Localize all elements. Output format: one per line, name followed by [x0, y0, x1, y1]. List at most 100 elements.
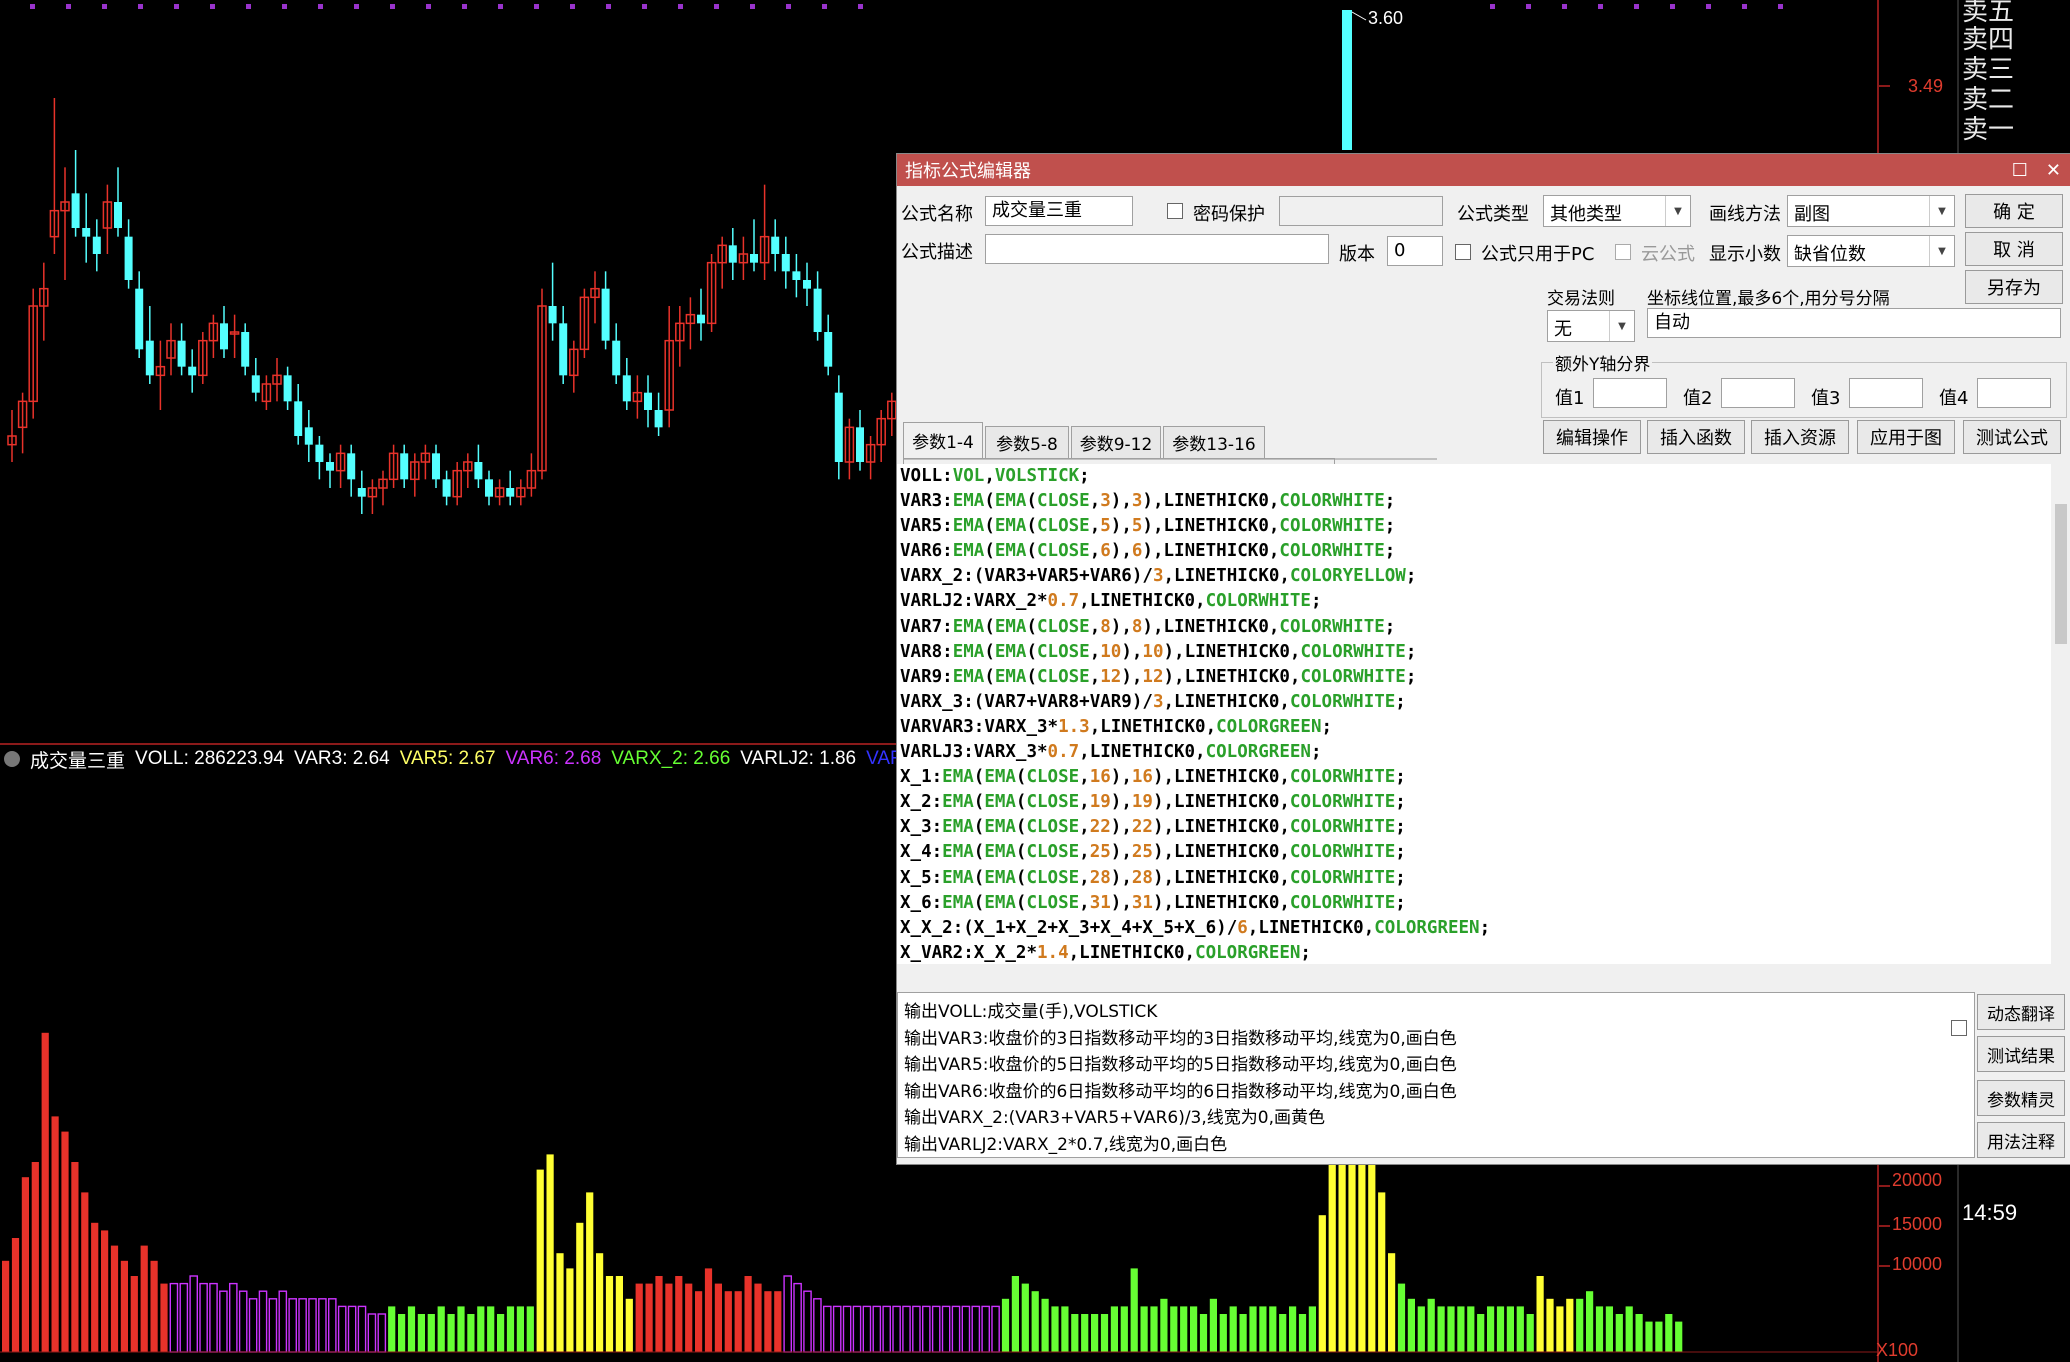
formula-desc-input[interactable]	[985, 234, 1329, 264]
code-line[interactable]: VAR9:EMA(EMA(CLOSE,12),12),LINETHICK0,CO…	[900, 665, 2051, 690]
code-line[interactable]: VARX_2:(VAR3+VAR5+VAR6)/3,LINETHICK0,COL…	[900, 564, 2051, 589]
candle-body	[442, 479, 451, 497]
indicator-name[interactable]: 成交量三重	[30, 746, 125, 773]
password-checkbox[interactable]	[1167, 203, 1183, 219]
code-line[interactable]: VARLJ2:VARX_2*0.7,LINETHICK0,COLORWHITE;	[900, 589, 2051, 614]
code-line[interactable]: VAR8:EMA(EMA(CLOSE,10),10),LINETHICK0,CO…	[900, 640, 2051, 665]
volume-bar	[625, 1298, 633, 1352]
draw-method-select[interactable]: 副图 ▼	[1787, 195, 1955, 227]
volume-bar	[11, 1238, 20, 1352]
test-formula-button[interactable]: 测试公式	[1963, 420, 2061, 454]
code-line[interactable]: X_VAR2:X_X_2*1.4,LINETHICK0,COLORGREEN;	[900, 941, 2051, 964]
param-wizard-button[interactable]: 参数精灵	[1977, 1080, 2065, 1116]
code-line[interactable]: X_5:EMA(EMA(CLOSE,28),28),LINETHICK0,COL…	[900, 866, 2051, 891]
trade-rule-label: 交易法则	[1547, 289, 1615, 309]
close-icon[interactable]: ✕	[2046, 160, 2061, 181]
code-line[interactable]: VOLL:VOL,VOLSTICK;	[900, 464, 2051, 489]
trade-rule-select[interactable]: 无 ▼	[1547, 310, 1635, 342]
volume-bar	[1100, 1314, 1109, 1352]
maximize-icon[interactable]: ☐	[2012, 160, 2028, 181]
output-checkbox[interactable]	[1951, 1020, 1967, 1036]
edit-ops-button[interactable]: 编辑操作	[1543, 420, 1641, 454]
password-input[interactable]	[1279, 196, 1443, 226]
marker-dot	[1742, 4, 1747, 9]
volume-bar	[1001, 1298, 1010, 1352]
tab-params-5-8[interactable]: 参数5-8	[985, 426, 1069, 458]
volume-bar	[1645, 1321, 1653, 1352]
volume-bar	[1487, 1306, 1495, 1352]
volume-bar	[1328, 1154, 1336, 1352]
volume-bar	[318, 1298, 327, 1353]
code-line[interactable]: X_3:EMA(EMA(CLOSE,22),22),LINETHICK0,COL…	[900, 815, 2051, 840]
volume-bar	[51, 1116, 59, 1352]
volume-bar	[1190, 1306, 1198, 1352]
code-line[interactable]: X_4:EMA(EMA(CLOSE,25),25),LINETHICK0,COL…	[900, 840, 2051, 865]
code-line[interactable]: X_X_2:(X_1+X_2+X_3+X_4+X_5+X_6)/6,LINETH…	[900, 916, 2051, 941]
volume-bar	[744, 1276, 752, 1352]
marker-dot	[1562, 4, 1567, 9]
tab-params-9-12[interactable]: 参数9-12	[1071, 426, 1161, 458]
code-line[interactable]: VAR6:EMA(EMA(CLOSE,6),6),LINETHICK0,COLO…	[900, 539, 2051, 564]
usage-note-button[interactable]: 用法注释	[1977, 1122, 2065, 1158]
y-value-input-3[interactable]	[1849, 378, 1923, 408]
code-scrollbar[interactable]	[2051, 464, 2070, 964]
indicator-toggle-icon[interactable]	[4, 751, 20, 767]
code-line[interactable]: VARLJ3:VARX_3*0.7,LINETHICK0,COLORGREEN;	[900, 740, 2051, 765]
decimal-select[interactable]: 缺省位数 ▼	[1787, 235, 1955, 267]
volume-bar	[1170, 1306, 1178, 1352]
version-input[interactable]: 0	[1387, 236, 1443, 266]
test-result-button[interactable]: 测试结果	[1977, 1036, 2065, 1072]
code-line[interactable]: VAR3:EMA(EMA(CLOSE,3),3),LINETHICK0,COLO…	[900, 489, 2051, 514]
pc-only-checkbox[interactable]	[1455, 244, 1471, 260]
volume-bar	[1219, 1314, 1227, 1352]
volume-axis-label-20000: 20000	[1892, 1170, 1943, 1190]
marker-dot	[1526, 4, 1531, 9]
candle-body	[432, 453, 440, 480]
code-line[interactable]: VARX_3:(VAR7+VAR8+VAR9)/3,LINETHICK0,COL…	[900, 690, 2051, 715]
saveas-button[interactable]: 另存为	[1965, 270, 2063, 304]
output-line: 输出VAR6:收盘价的6日指数移动平均的6日指数移动平均,线宽为0,画白色	[904, 1081, 1457, 1102]
y-value-input-1[interactable]	[1593, 378, 1667, 408]
volume-bar	[1378, 1192, 1386, 1352]
formula-name-input[interactable]: 成交量三重	[985, 196, 1133, 226]
candle-body	[294, 401, 303, 436]
code-line[interactable]: X_1:EMA(EMA(CLOSE,16),16),LINETHICK0,COL…	[900, 765, 2051, 790]
code-line[interactable]: VAR7:EMA(EMA(CLOSE,8),8),LINETHICK0,COLO…	[900, 615, 2051, 640]
code-line[interactable]: VAR5:EMA(EMA(CLOSE,5),5),LINETHICK0,COLO…	[900, 514, 2051, 539]
apply-to-chart-button[interactable]: 应用于图	[1857, 420, 1955, 454]
volume-bar	[506, 1306, 515, 1352]
cloud-checkbox[interactable]	[1615, 244, 1631, 260]
marker-dot	[786, 4, 791, 9]
volume-bar	[635, 1283, 643, 1352]
marker-dot	[1778, 4, 1783, 9]
scrollbar-thumb[interactable]	[2055, 504, 2067, 644]
volume-bar	[754, 1283, 762, 1352]
formula-code-editor[interactable]: VOLL:VOL,VOLSTICK; VAR3:EMA(EMA(CLOSE,3),…	[897, 464, 2051, 964]
formula-type-select[interactable]: 其他类型 ▼	[1543, 195, 1691, 227]
tab-params-13-16[interactable]: 参数13-16	[1163, 426, 1265, 458]
dialog-title: 指标公式编辑器	[905, 161, 1031, 182]
volume-bar	[971, 1305, 981, 1353]
code-line[interactable]: X_2:EMA(EMA(CLOSE,19),19),LINETHICK0,COL…	[900, 790, 2051, 815]
code-hscrollbar[interactable]	[897, 964, 2070, 986]
ok-button[interactable]: 确 定	[1965, 194, 2063, 228]
candle-body	[188, 366, 197, 376]
volume-bar	[1615, 1314, 1623, 1352]
indicator-value: VARX_2: 2.66	[611, 748, 731, 769]
marker-dot	[750, 4, 755, 9]
insert-function-button[interactable]: 插入函数	[1647, 420, 1745, 454]
tab-params-1-4[interactable]: 参数1-4	[903, 422, 983, 458]
code-line[interactable]: VARVAR3:VARX_3*1.3,LINETHICK0,COLORGREEN…	[900, 715, 2051, 740]
volume-bar	[1259, 1306, 1267, 1352]
volume-bar	[734, 1291, 742, 1352]
dialog-titlebar[interactable]: 指标公式编辑器 ☐ ✕	[897, 154, 2070, 186]
coord-input[interactable]: 自动	[1647, 308, 2061, 338]
cancel-button[interactable]: 取 消	[1965, 232, 2063, 266]
volume-bar	[1556, 1306, 1564, 1352]
y-value-input-2[interactable]	[1721, 378, 1795, 408]
insert-resource-button[interactable]: 插入资源	[1751, 420, 1849, 454]
code-line[interactable]: X_6:EMA(EMA(CLOSE,31),31),LINETHICK0,COL…	[900, 891, 2051, 916]
volume-bar	[219, 1290, 228, 1353]
y-value-input-4[interactable]	[1977, 378, 2051, 408]
dynamic-translate-button[interactable]: 动态翻译	[1977, 994, 2065, 1030]
